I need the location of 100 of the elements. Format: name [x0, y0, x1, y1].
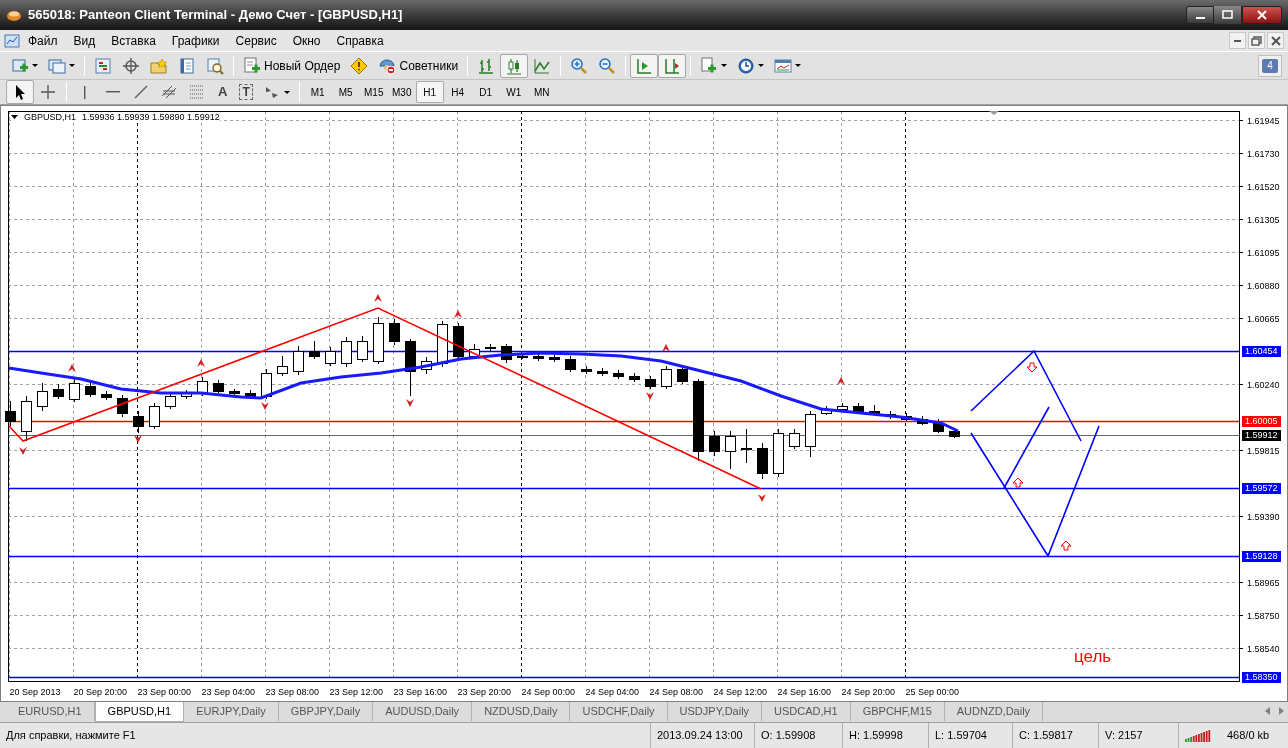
caret-icon [795, 64, 802, 67]
timeframe-button[interactable]: MN [527, 81, 556, 103]
crosshair-icon [122, 56, 140, 75]
chart-symbol: GBPUSD,H1 [24, 112, 76, 122]
timeframe-button[interactable]: M5 [331, 81, 360, 103]
status-time: 2013.09.24 13:00 [650, 723, 754, 748]
diagonal-line-icon [132, 83, 150, 101]
timeframe-button[interactable]: H4 [443, 81, 472, 103]
menu-item[interactable]: Окно [284, 31, 329, 50]
price-scale-label: 1.61520 [1247, 181, 1280, 192]
chart-plus-icon [11, 56, 29, 75]
mdi-close-button[interactable] [1267, 32, 1284, 49]
price-scale-label: 1.60665 [1247, 313, 1280, 324]
hat-icon [378, 56, 397, 75]
chart-tab[interactable]: GBPUSD,H1 [94, 702, 185, 722]
menu-item[interactable]: Вид [65, 31, 104, 50]
candlestick [149, 402, 160, 430]
candlestick [213, 379, 224, 394]
time-scale-label: 23 Sep 12:00 [329, 687, 384, 697]
timeframe-button[interactable]: D1 [471, 81, 500, 103]
candlestick [373, 316, 384, 365]
experts-button[interactable]: Советники [373, 53, 464, 78]
candlestick [757, 442, 768, 480]
chart-tab[interactable]: GBPJPY,Daily [278, 702, 374, 721]
chart-tab[interactable]: GBPCHF,M15 [850, 702, 945, 721]
close-icon [1256, 10, 1268, 20]
menu-item[interactable]: Справка [328, 31, 392, 50]
chart-annotation-text: цель [1074, 646, 1112, 668]
price-level-label: 1.59912 [1242, 430, 1281, 441]
minimize-icon [1234, 39, 1241, 42]
text-tool-button[interactable]: A [211, 80, 235, 104]
menu-item[interactable]: Вставка [103, 31, 164, 50]
timeframe-button[interactable]: W1 [499, 81, 528, 103]
fractal-arrow-marker [261, 402, 269, 410]
candlestick [325, 346, 336, 367]
fractal-arrow-marker [662, 344, 670, 352]
fractal-arrow-marker [68, 364, 76, 372]
status-high-price: H: 1.59998 [842, 723, 928, 748]
restore-icon [1251, 35, 1262, 46]
mdi-minimize-button[interactable] [1229, 32, 1246, 49]
mdi-restore-button[interactable] [1248, 32, 1265, 49]
timeframe-button[interactable]: M15 [359, 81, 388, 103]
menu-item[interactable]: Сервис [227, 31, 285, 50]
candlestick [789, 428, 800, 450]
window-title: 565018: Panteon Client Terminal - Демо Счет - [GBPUSD,H1] [28, 6, 403, 25]
connection-bars-icon [1185, 729, 1211, 742]
candlestick [613, 369, 624, 380]
auto-scroll-button[interactable] [630, 53, 659, 78]
chart-tab[interactable]: EURUSD,H1 [6, 702, 95, 721]
timeframe-button[interactable]: H1 [415, 81, 444, 103]
timeframe-button[interactable]: M30 [387, 81, 416, 103]
fractal-arrow-marker [134, 435, 142, 443]
minimize-button[interactable] [1186, 6, 1214, 24]
price-scale-label: 1.59815 [1247, 445, 1280, 456]
text-label-tool-button[interactable]: T [234, 80, 258, 104]
price-scale-label: 1.61945 [1247, 115, 1280, 126]
maximize-button[interactable] [1214, 6, 1242, 24]
candlestick-button[interactable] [500, 53, 529, 78]
chart-ohlc-values: 1.59936 1.59939 1.59890 1.59912 [82, 112, 220, 122]
candlestick [421, 356, 432, 375]
windows-icon [48, 56, 66, 75]
minimize-icon [1195, 17, 1205, 19]
price-scale-label: 1.61730 [1247, 148, 1280, 159]
menu-item[interactable]: Файл [20, 31, 66, 50]
candlestick [261, 368, 272, 400]
candlestick [741, 428, 752, 464]
document-plus-icon [243, 56, 261, 75]
candlestick [533, 353, 544, 362]
chart-tab[interactable]: AUDUSD,Daily [373, 702, 473, 721]
candlestick [485, 343, 496, 352]
fractal-arrow-marker [197, 359, 205, 367]
candlestick [53, 383, 64, 400]
cursor-button[interactable] [6, 80, 34, 104]
candlestick [933, 418, 944, 434]
candlestick [37, 382, 48, 412]
chart-tab[interactable]: EURJPY,Daily [184, 702, 279, 721]
price-scale-label: 1.58540 [1247, 643, 1280, 654]
chart-shift-button[interactable] [658, 53, 687, 78]
candlestick [773, 428, 784, 478]
new-order-button[interactable]: Новый Ордер [238, 53, 346, 78]
time-scale-label: 23 Sep 00:00 [137, 687, 192, 697]
chart-tab[interactable]: USDCAD,H1 [762, 702, 851, 721]
candlestick [453, 322, 464, 360]
timeframe-button[interactable]: M1 [303, 81, 332, 103]
zoom-out-icon [598, 56, 617, 75]
chart-tab[interactable]: AUDNZD,Daily [944, 702, 1044, 721]
menu-item[interactable]: Графики [163, 31, 228, 50]
candlestick [229, 388, 240, 397]
chart-tab[interactable]: USDCHF,Daily [570, 702, 668, 721]
chart-tab[interactable]: USDJPY,Daily [667, 702, 763, 721]
chart-tab[interactable]: NZDUSD,Daily [472, 702, 571, 721]
price-level-label: 1.59572 [1242, 483, 1281, 494]
parallel-lines-icon [160, 83, 178, 101]
price-level-label: 1.60454 [1242, 346, 1281, 357]
outlined-arrow-marker [1026, 362, 1038, 373]
star-folder-icon [150, 56, 168, 75]
zoom-in-icon [570, 56, 589, 75]
outlined-arrow-marker [1012, 477, 1024, 488]
candlestick [661, 365, 672, 390]
close-button[interactable] [1242, 6, 1282, 24]
